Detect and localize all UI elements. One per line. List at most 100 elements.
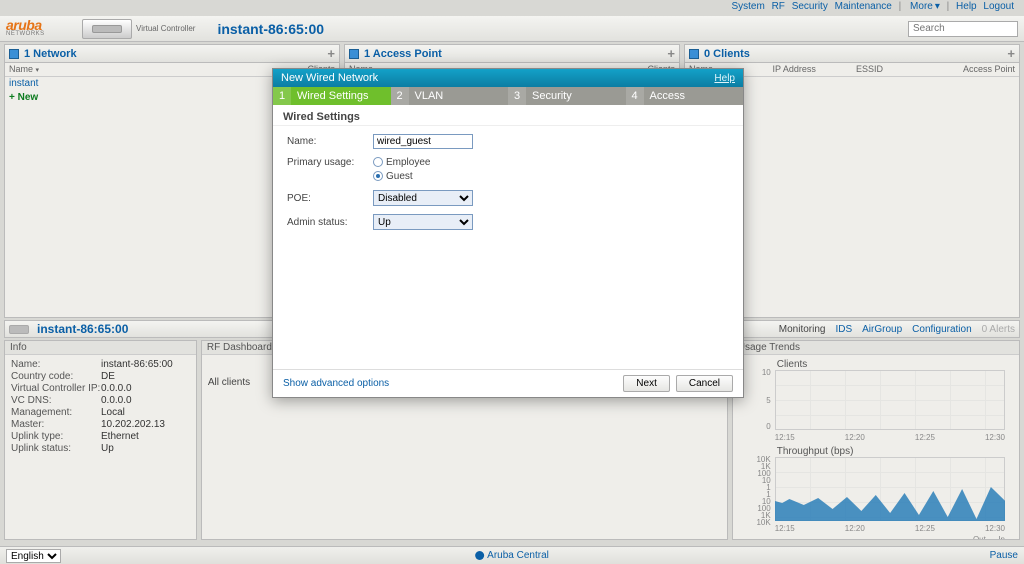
info-k: Name:: [11, 359, 101, 370]
guest-radio-row[interactable]: Guest: [373, 171, 430, 182]
instance-bar-title: instant-86:65:00: [37, 322, 128, 336]
networks-title: 1 Network: [24, 48, 77, 60]
footer-bar: English Aruba Central Pause: [0, 546, 1024, 564]
network-name[interactable]: instant: [9, 78, 172, 89]
show-advanced-link[interactable]: Show advanced options: [283, 378, 389, 389]
primary-usage-label: Primary usage:: [287, 157, 373, 168]
clients-title: 0 Clients: [704, 48, 750, 60]
security-link[interactable]: Security: [792, 1, 828, 12]
ap-icon: [349, 49, 359, 59]
info-k: VC DNS:: [11, 395, 101, 406]
cloud-icon: [475, 551, 484, 560]
dialog-help-link[interactable]: Help: [714, 73, 735, 84]
system-link[interactable]: System: [731, 1, 764, 12]
throughput-legend: — Out — In: [737, 535, 1015, 539]
virtual-controller-icon: [82, 19, 132, 39]
info-v: instant-86:65:00: [101, 359, 173, 370]
y-tick: 5: [747, 396, 771, 405]
name-input[interactable]: [373, 134, 473, 149]
col-ip[interactable]: IP Address: [769, 63, 853, 76]
device-icon: [9, 325, 29, 334]
brand-name: aruba: [6, 20, 76, 31]
language-select[interactable]: English: [6, 549, 61, 563]
tab-airgroup[interactable]: AirGroup: [862, 324, 902, 335]
admin-status-label: Admin status:: [287, 217, 373, 228]
brand-sub: NETWORKS: [6, 31, 76, 37]
info-k: Country code:: [11, 371, 101, 382]
dialog-title: New Wired Network: [281, 72, 378, 84]
usage-trends-card: Usage Trends Clients 10 5 0 12:15 12:20 …: [732, 340, 1020, 540]
aps-header: 1 Access Point +: [345, 45, 679, 63]
cancel-button[interactable]: Cancel: [676, 375, 733, 392]
info-v: Up: [101, 443, 114, 454]
networks-add-icon[interactable]: +: [327, 46, 335, 61]
network-icon: [9, 49, 19, 59]
info-v: 0.0.0.0: [101, 395, 132, 406]
help-link[interactable]: Help: [956, 1, 977, 12]
info-v: 0.0.0.0: [101, 383, 132, 394]
aps-title: 1 Access Point: [364, 48, 442, 60]
info-v: Ethernet: [101, 431, 139, 442]
wizard-step-1[interactable]: 1Wired Settings: [273, 87, 391, 105]
x-tick: 12:20: [845, 433, 865, 442]
aruba-central-link[interactable]: Aruba Central: [475, 550, 549, 561]
dialog-header: New Wired Network Help: [273, 69, 743, 87]
col-ap[interactable]: Access Point: [936, 63, 1020, 76]
poe-select[interactable]: Disabled: [373, 190, 473, 206]
wizard-step-2[interactable]: 2VLAN: [391, 87, 509, 105]
throughput-area: [775, 481, 1005, 521]
search-input[interactable]: [908, 21, 1018, 37]
client-icon: [689, 49, 699, 59]
rf-link[interactable]: RF: [772, 1, 785, 12]
tab-ids[interactable]: IDS: [835, 324, 852, 335]
info-k: Uplink status:: [11, 443, 101, 454]
clients-chart: 10 5 0 12:15 12:20 12:25 12:30: [747, 370, 1005, 442]
next-button[interactable]: Next: [623, 375, 670, 392]
poe-label: POE:: [287, 193, 373, 204]
info-k: Master:: [11, 419, 101, 430]
x-tick: 12:30: [985, 524, 1005, 533]
maintenance-link[interactable]: Maintenance: [835, 1, 892, 12]
info-v: DE: [101, 371, 115, 382]
employee-radio-row[interactable]: Employee: [373, 157, 430, 168]
logout-link[interactable]: Logout: [983, 1, 1014, 12]
info-body: Name:instant-86:65:00 Country code:DE Vi…: [5, 355, 196, 539]
tab-monitoring[interactable]: Monitoring: [779, 324, 826, 335]
x-tick: 12:15: [775, 524, 795, 533]
col-name[interactable]: Name ▾: [5, 63, 172, 76]
clients-chart-title: Clients: [777, 359, 1015, 370]
dialog-subtitle: Wired Settings: [273, 105, 743, 126]
dialog-body: Name: Primary usage: Employee Guest POE:…: [273, 126, 743, 369]
trends-body: Clients 10 5 0 12:15 12:20 12:25 12:30 T…: [733, 355, 1019, 539]
admin-status-select[interactable]: Up: [373, 214, 473, 230]
clients-header: 0 Clients +: [685, 45, 1019, 63]
tab-configuration[interactable]: Configuration: [912, 324, 971, 335]
info-v: Local: [101, 407, 125, 418]
virtual-controller-label: Virtual Controller: [136, 24, 195, 33]
info-k: Management:: [11, 407, 101, 418]
x-tick: 12:15: [775, 433, 795, 442]
brand-logo: aruba NETWORKS: [6, 19, 76, 39]
pause-link[interactable]: Pause: [990, 550, 1018, 561]
wizard-step-3[interactable]: 3Security: [508, 87, 626, 105]
dialog-footer: Show advanced options Next Cancel: [273, 369, 743, 397]
more-menu[interactable]: More▾: [908, 1, 940, 12]
radio-icon: [373, 171, 383, 181]
top-link-bar: System RF Security Maintenance | More▾ |…: [0, 0, 1024, 16]
x-tick: 12:20: [845, 524, 865, 533]
clients-add-icon[interactable]: +: [1007, 46, 1015, 61]
name-label: Name:: [287, 136, 373, 147]
throughput-chart: 10K 1K 100 10 1 1 10 100 1K 10K 12:15: [747, 457, 1005, 533]
aps-add-icon[interactable]: +: [667, 46, 675, 61]
instance-tabs: Monitoring IDS AirGroup Configuration 0 …: [779, 324, 1015, 335]
tab-alerts[interactable]: 0 Alerts: [982, 324, 1015, 335]
employee-option: Employee: [386, 157, 430, 168]
col-essid[interactable]: ESSID: [852, 63, 936, 76]
guest-option: Guest: [386, 171, 413, 182]
radio-icon: [373, 157, 383, 167]
info-card: Info Name:instant-86:65:00 Country code:…: [4, 340, 197, 540]
networks-header: 1 Network +: [5, 45, 339, 63]
x-tick: 12:25: [915, 433, 935, 442]
x-tick: 12:25: [915, 524, 935, 533]
wizard-step-4[interactable]: 4Access: [626, 87, 744, 105]
